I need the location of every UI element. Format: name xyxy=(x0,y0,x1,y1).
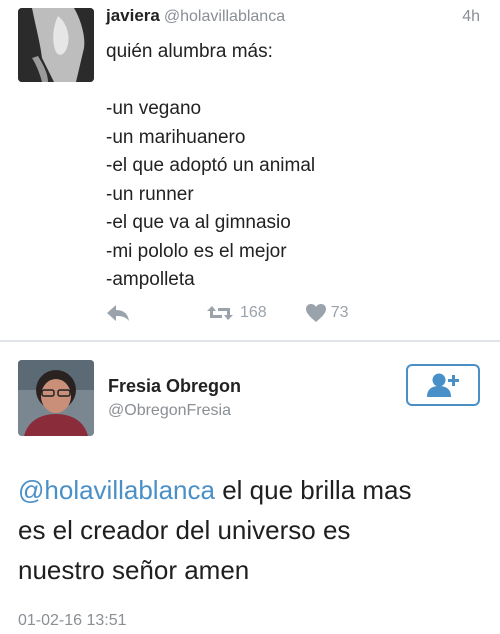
follow-button[interactable] xyxy=(406,364,480,406)
display-name[interactable]: Fresia Obregon xyxy=(108,376,241,397)
tweet-text: quién alumbra más: -un vegano -un marihu… xyxy=(106,38,315,295)
avatar[interactable] xyxy=(18,360,94,436)
display-name[interactable]: javiera xyxy=(106,6,160,25)
username[interactable]: @ObregonFresia xyxy=(108,402,231,420)
tweet-line: -el que va al gimnasio xyxy=(106,212,291,233)
tweet-line: nuestro señor amen xyxy=(18,555,250,585)
tweet-line xyxy=(106,67,315,96)
tweet-line: -mi pololo es el mejor xyxy=(106,240,287,262)
heart-icon xyxy=(305,304,326,322)
retweet-count: 168 xyxy=(240,304,267,321)
retweet-button[interactable]: 168 xyxy=(206,304,267,322)
tweet-text: @holavillablanca el que brilla mas es el… xyxy=(18,470,488,590)
username[interactable]: @holavillablanca xyxy=(164,8,285,25)
reply-button[interactable] xyxy=(106,304,132,322)
tweet-line: @holavillablanca el que brilla mas xyxy=(18,470,488,510)
like-count: 73 xyxy=(330,304,349,321)
timestamp[interactable]: 4h xyxy=(462,8,480,26)
tweet-line: quién alumbra más: xyxy=(106,41,273,62)
tweet-original: javiera @holavillablanca 4h quién alumbra… xyxy=(0,0,500,342)
tweet-line: -el que adoptó un animal xyxy=(106,155,316,176)
mention-link[interactable]: @holavillablanca xyxy=(18,475,215,505)
tweet-line: -un marihuanero xyxy=(106,126,246,148)
tweet-line: -un runner xyxy=(106,183,194,205)
tweet-header: javiera @holavillablanca xyxy=(106,6,285,26)
like-button[interactable]: 73 xyxy=(305,303,349,323)
tweet-reply: Fresia Obregon @ObregonFresia @holavilla… xyxy=(0,342,500,634)
reply-icon xyxy=(107,305,129,321)
avatar[interactable] xyxy=(18,8,94,82)
tweet-line: -un vegano xyxy=(106,98,202,119)
tweet-line: es el creador del universo es xyxy=(18,515,351,545)
retweet-icon xyxy=(207,306,233,320)
tweet-date[interactable]: 01-02-16 13:51 xyxy=(18,612,127,630)
tweet-actions: 168 73 xyxy=(106,300,349,326)
tweet-line: -ampolleta xyxy=(106,269,195,290)
tweet-line-text: el que brilla mas xyxy=(214,475,412,505)
add-user-icon xyxy=(427,373,459,397)
